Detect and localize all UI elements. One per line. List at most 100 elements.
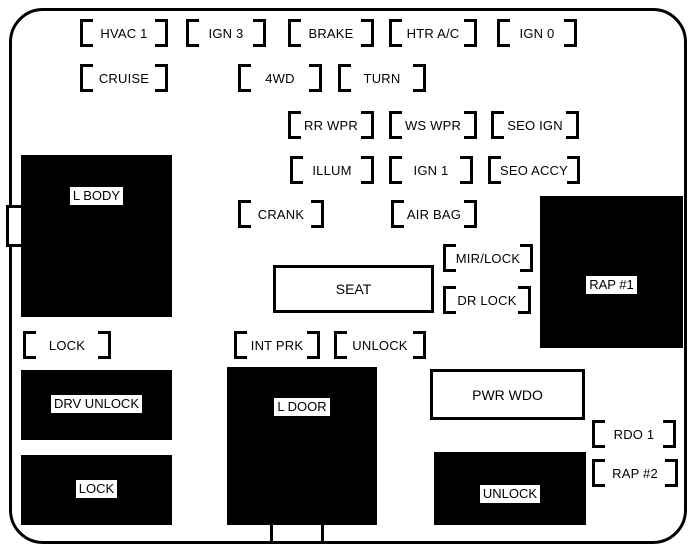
fuse-label: SEO IGN	[506, 117, 564, 133]
fuse-slot-rr-wpr[interactable]: RR WPR	[288, 111, 374, 139]
fuse-bracket-left-icon	[80, 64, 93, 92]
fuse-label: AIR BAG	[405, 206, 463, 222]
fuse-bracket-left-icon	[592, 459, 605, 487]
fuse-label: CRUISE	[97, 70, 151, 86]
fuse-bracket-left-icon	[290, 156, 303, 184]
relay-label: L DOOR	[273, 397, 331, 417]
fuse-label: 4WD	[264, 70, 296, 86]
fuse-bracket-right-icon	[155, 19, 168, 47]
relay-unlock-big[interactable]: UNLOCK	[434, 452, 586, 525]
fuse-label: TURN	[362, 70, 402, 86]
fuse-slot-ign-1[interactable]: IGN 1	[389, 156, 473, 184]
fuse-bracket-left-icon	[234, 331, 247, 359]
fuse-bracket-left-icon	[497, 19, 510, 47]
fuse-label: LOCK	[47, 337, 87, 353]
fuse-label: RR WPR	[303, 117, 359, 133]
fuse-bracket-right-icon	[464, 111, 477, 139]
fuse-bracket-left-icon	[389, 111, 402, 139]
fuse-label: ILLUM	[311, 162, 353, 178]
fuse-slot-unlock-sm[interactable]: UNLOCK	[334, 331, 426, 359]
fuse-bracket-right-icon	[361, 156, 374, 184]
fuse-bracket-left-icon	[338, 64, 351, 92]
fuse-bracket-left-icon	[391, 200, 404, 228]
fuse-slot-air-bag[interactable]: AIR BAG	[391, 200, 477, 228]
fuse-bracket-right-icon	[413, 331, 426, 359]
fuse-slot-crank[interactable]: CRANK	[238, 200, 324, 228]
fuse-block-diagram: L BODY RAP #1 DRV UNLOCK LOCK L DOOR UNLOCK S…	[0, 0, 700, 556]
fuse-slot-dr-lock[interactable]: DR LOCK	[443, 286, 531, 314]
fuse-bracket-right-icon	[361, 111, 374, 139]
relay-label: LOCK	[74, 479, 119, 499]
fuse-bracket-right-icon	[155, 64, 168, 92]
fuse-bracket-left-icon	[288, 19, 301, 47]
relay-label: DRV UNLOCK	[49, 394, 143, 414]
open-relay-pwr-wdo[interactable]: PWR WDO	[430, 369, 585, 420]
fuse-slot-ign-0[interactable]: IGN 0	[497, 19, 577, 47]
relay-label: RAP #1	[585, 275, 638, 295]
fuse-slot-hvac-1[interactable]: HVAC 1	[80, 19, 168, 47]
fuse-label: DR LOCK	[456, 292, 518, 308]
fuse-slot-brake[interactable]: BRAKE	[288, 19, 374, 47]
fuse-label: RDO 1	[612, 426, 656, 442]
fuse-label: UNLOCK	[351, 337, 409, 353]
fuse-slot-lock-left[interactable]: LOCK	[23, 331, 111, 359]
fuse-bracket-right-icon	[307, 331, 320, 359]
fuse-bracket-left-icon	[389, 156, 402, 184]
fuse-label: IGN 3	[207, 25, 245, 41]
fuse-bracket-right-icon	[464, 19, 477, 47]
fuse-bracket-left-icon	[443, 286, 456, 314]
relay-l-body[interactable]: L BODY	[21, 155, 172, 317]
fuse-slot-4wd[interactable]: 4WD	[238, 64, 322, 92]
fuse-slot-turn[interactable]: TURN	[338, 64, 426, 92]
fuse-label: IGN 0	[518, 25, 556, 41]
fuse-bracket-left-icon	[288, 111, 301, 139]
fuse-slot-cruise[interactable]: CRUISE	[80, 64, 168, 92]
fuse-slot-rdo-1[interactable]: RDO 1	[592, 420, 676, 448]
fuse-label: SEO ACCY	[498, 162, 570, 178]
fuse-label: WS WPR	[403, 117, 463, 133]
fuse-bracket-left-icon	[238, 200, 251, 228]
relay-label: L BODY	[68, 186, 125, 206]
fuse-slot-ws-wpr[interactable]: WS WPR	[389, 111, 477, 139]
fuse-slot-mir-lock[interactable]: MIR/LOCK	[443, 244, 533, 272]
open-relay-seat[interactable]: SEAT	[273, 265, 434, 313]
fuse-slot-int-prk[interactable]: INT PRK	[234, 331, 320, 359]
fuse-label: MIR/LOCK	[454, 250, 522, 266]
fuse-bracket-right-icon	[253, 19, 266, 47]
relay-l-door[interactable]: L DOOR	[227, 367, 377, 525]
fuse-slot-rap-2[interactable]: RAP #2	[592, 459, 678, 487]
fuse-bracket-left-icon	[592, 420, 605, 448]
fuse-bracket-right-icon	[464, 200, 477, 228]
fuse-bracket-right-icon	[663, 420, 676, 448]
relay-label: UNLOCK	[478, 484, 542, 504]
relay-lock-relay[interactable]: LOCK	[21, 455, 172, 525]
fuse-label: BRAKE	[307, 25, 355, 41]
fuse-label: CRANK	[256, 206, 306, 222]
fuse-bracket-right-icon	[311, 200, 324, 228]
fuse-bracket-right-icon	[361, 19, 374, 47]
fuse-bracket-left-icon	[238, 64, 251, 92]
fuse-label: HVAC 1	[99, 25, 149, 41]
fuse-bracket-left-icon	[334, 331, 347, 359]
fuse-bracket-right-icon	[460, 156, 473, 184]
relay-drv-unlock[interactable]: DRV UNLOCK	[21, 370, 172, 440]
fuse-slot-seo-ign[interactable]: SEO IGN	[491, 111, 579, 139]
fuse-label: IGN 1	[412, 162, 450, 178]
bottom-connector-tab	[270, 522, 324, 544]
fuse-bracket-right-icon	[566, 111, 579, 139]
fuse-bracket-left-icon	[80, 19, 93, 47]
fuse-label: RAP #2	[611, 465, 659, 481]
fuse-slot-ign-3[interactable]: IGN 3	[186, 19, 266, 47]
fuse-bracket-left-icon	[389, 19, 402, 47]
fuse-label: INT PRK	[249, 337, 305, 353]
open-relay-label: SEAT	[335, 281, 372, 297]
fuse-bracket-right-icon	[665, 459, 678, 487]
fuse-bracket-right-icon	[413, 64, 426, 92]
fuse-slot-illum[interactable]: ILLUM	[290, 156, 374, 184]
fuse-slot-htr-ac[interactable]: HTR A/C	[389, 19, 477, 47]
relay-rap-1[interactable]: RAP #1	[540, 196, 683, 348]
fuse-label: HTR A/C	[405, 25, 461, 41]
fuse-bracket-left-icon	[491, 111, 504, 139]
fuse-slot-seo-accy[interactable]: SEO ACCY	[488, 156, 580, 184]
fuse-bracket-right-icon	[98, 331, 111, 359]
